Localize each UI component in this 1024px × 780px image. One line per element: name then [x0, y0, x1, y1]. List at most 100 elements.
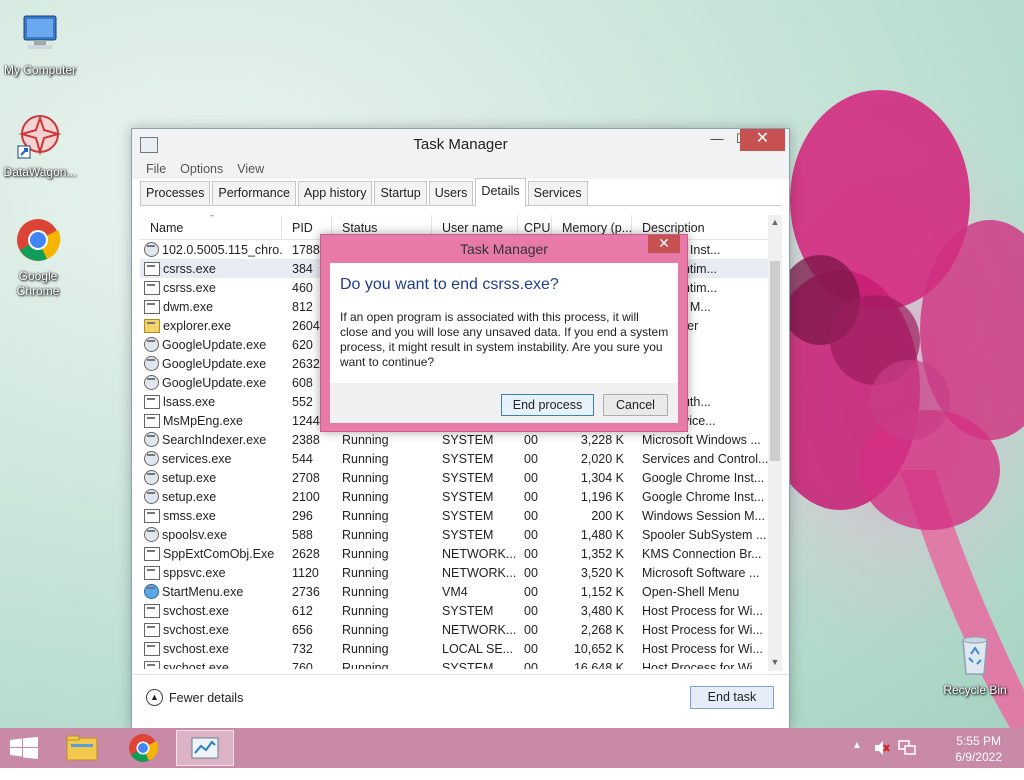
process-user: SYSTEM — [442, 527, 494, 542]
dialog-title-bar[interactable]: Task Manager ✕ — [321, 235, 687, 261]
process-status: Running — [342, 641, 389, 656]
process-user: SYSTEM — [442, 660, 494, 670]
tab-app-history[interactable]: App history — [297, 181, 373, 205]
dialog-close-button[interactable]: ✕ — [648, 235, 680, 253]
windows-start-icon[interactable] — [10, 737, 38, 759]
process-pid: 2736 — [292, 584, 320, 599]
process-cpu: 00 — [524, 527, 538, 542]
process-name: sppsvc.exe — [140, 565, 282, 580]
table-row[interactable]: spoolsv.exe 588 Running SYSTEM 00 1,480 K Spoo… — [140, 525, 772, 544]
taskbar-task-manager[interactable] — [176, 730, 234, 766]
process-name: 102.0.5005.115_chro... — [140, 242, 282, 257]
table-row[interactable]: StartMenu.exe 2736 Running VM4 00 1,152 K Open… — [140, 582, 772, 601]
title-bar[interactable]: Task Manager — ☐ ✕ — [132, 129, 789, 159]
process-status: Running — [342, 584, 389, 599]
dialog-message: If an open program is associated with th… — [340, 310, 669, 369]
process-name-text: csrss.exe — [163, 261, 216, 276]
process-name-text: GoogleUpdate.exe — [162, 337, 267, 352]
process-pid: 2100 — [292, 489, 320, 504]
chrome-icon — [129, 734, 159, 762]
fewer-details-toggle[interactable]: ▲ Fewer details — [146, 689, 243, 706]
tab-users[interactable]: Users — [428, 181, 474, 205]
table-row[interactable]: services.exe 544 Running SYSTEM 00 2,020 K Ser… — [140, 449, 772, 468]
computer-icon — [23, 15, 57, 49]
process-status: Running — [342, 660, 389, 670]
show-hidden-icons-icon[interactable]: ▲ — [852, 740, 862, 780]
table-row[interactable]: smss.exe 296 Running SYSTEM 00 200 K Windows S… — [140, 506, 772, 525]
process-icon — [144, 280, 160, 295]
process-user: SYSTEM — [442, 451, 494, 466]
menu-options[interactable]: Options — [180, 162, 223, 176]
table-row[interactable]: setup.exe 2708 Running SYSTEM 00 1,304 K Googl… — [140, 468, 772, 487]
process-description: Google Chrome Inst... — [642, 470, 765, 485]
process-name: setup.exe — [140, 470, 282, 485]
tab-processes[interactable]: Processes — [140, 181, 211, 205]
process-pid: 544 — [292, 451, 313, 466]
process-pid: 2388 — [292, 432, 320, 447]
window-title: Task Manager — [413, 136, 508, 153]
dialog-title: Task Manager — [460, 241, 548, 257]
table-row[interactable]: svchost.exe 656 Running NETWORK... 00 2,268 K… — [140, 620, 772, 639]
process-name: setup.exe — [140, 489, 282, 504]
table-row[interactable]: setup.exe 2100 Running SYSTEM 00 1,196 K Googl… — [140, 487, 772, 506]
end-process-button[interactable]: End process — [501, 394, 594, 416]
process-cpu: 00 — [524, 641, 538, 656]
scroll-up-icon[interactable]: ▲ — [768, 217, 782, 227]
desktop-icon-datawagon[interactable]: DataWagon... — [0, 112, 80, 180]
table-row[interactable]: svchost.exe 732 Running LOCAL SE... 00 10,652… — [140, 639, 772, 658]
scroll-thumb[interactable] — [770, 261, 780, 461]
process-pid: 2708 — [292, 470, 320, 485]
process-description: Host Process for Wi... — [642, 622, 763, 637]
process-cpu: 00 — [524, 489, 538, 504]
process-name: GoogleUpdate.exe — [140, 375, 282, 390]
process-name-text: setup.exe — [162, 470, 217, 485]
process-name-text: services.exe — [162, 451, 232, 466]
process-cpu: 00 — [524, 622, 538, 637]
table-row[interactable]: sppsvc.exe 1120 Running NETWORK... 00 3,520 K… — [140, 563, 772, 582]
process-description: Services and Control... — [642, 451, 769, 466]
process-name-text: svchost.exe — [163, 603, 230, 618]
taskbar-google-chrome[interactable] — [114, 730, 172, 766]
tab-divider — [140, 205, 781, 206]
process-user: NETWORK... — [442, 622, 517, 637]
process-pid: 656 — [292, 622, 313, 637]
datawagon-icon — [17, 114, 62, 159]
table-row[interactable]: SearchIndexer.exe 2388 Running SYSTEM 00 3,22… — [140, 430, 772, 449]
process-name: GoogleUpdate.exe — [140, 337, 282, 352]
menu-view[interactable]: View — [237, 162, 264, 176]
desktop-icon-google-chrome[interactable]: Google Chrome — [0, 216, 78, 299]
volume-muted-icon[interactable] — [874, 739, 890, 779]
process-name: svchost.exe — [140, 641, 282, 656]
tab-details[interactable]: Details — [475, 178, 526, 206]
process-description: Open-Shell Menu — [642, 584, 740, 599]
tab-services[interactable]: Services — [527, 181, 588, 205]
process-name-text: smss.exe — [163, 508, 216, 523]
process-name: csrss.exe — [140, 261, 282, 276]
process-icon — [144, 432, 159, 447]
scroll-down-icon[interactable]: ▼ — [768, 657, 782, 667]
vertical-scrollbar[interactable]: ▲ ▼ — [768, 215, 782, 671]
process-icon — [144, 508, 160, 523]
system-clock[interactable]: 5:55 PM 6/9/2022 — [955, 733, 1002, 765]
process-icon — [144, 470, 159, 485]
sort-ascending-icon: ⌃ — [208, 215, 216, 223]
table-row[interactable]: svchost.exe 612 Running SYSTEM 00 3,480 K Host… — [140, 601, 772, 620]
desktop-icon-my-computer[interactable]: My Computer — [0, 10, 80, 78]
tab-startup[interactable]: Startup — [374, 181, 427, 205]
tab-performance[interactable]: Performance — [212, 181, 296, 205]
taskbar-file-explorer[interactable] — [53, 730, 111, 766]
end-task-button[interactable]: End task — [690, 686, 774, 709]
cancel-button[interactable]: Cancel — [603, 394, 668, 416]
process-pid: 732 — [292, 641, 313, 656]
menu-file[interactable]: File — [146, 162, 166, 176]
process-status: Running — [342, 432, 389, 447]
process-user: SYSTEM — [442, 432, 494, 447]
table-row[interactable]: svchost.exe 760 Running SYSTEM 00 16,648 K Hos… — [140, 658, 772, 669]
table-row[interactable]: SppExtComObj.Exe 2628 Running NETWORK... 00 1… — [140, 544, 772, 563]
end-process-dialog: Task Manager ✕ Do you want to end csrss.… — [320, 234, 688, 432]
process-description: Google Chrome Inst... — [642, 489, 765, 504]
desktop-icon-recycle-bin[interactable]: Recycle Bin — [935, 630, 1015, 698]
network-icon[interactable] — [898, 739, 916, 779]
process-memory: 1,480 K — [580, 527, 624, 542]
close-button[interactable]: ✕ — [740, 129, 785, 151]
